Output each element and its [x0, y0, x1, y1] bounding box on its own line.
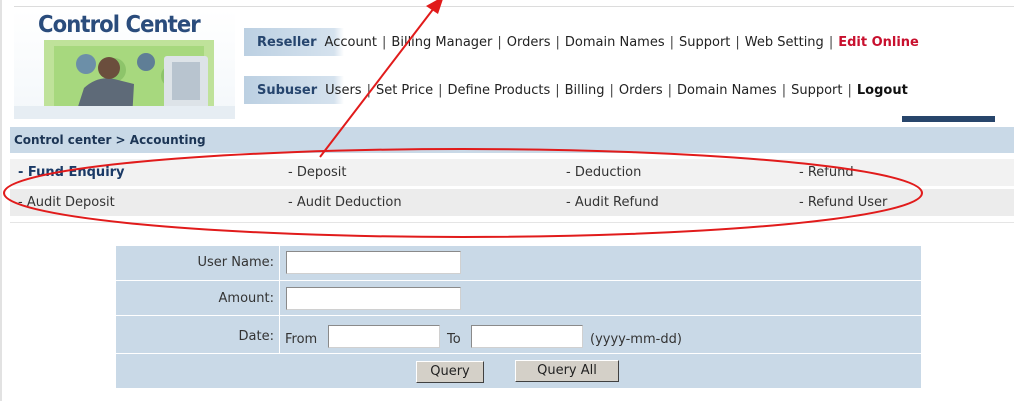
- date-from-input[interactable]: [328, 325, 440, 348]
- menu-audit-deduction[interactable]: - Audit Deduction: [288, 195, 402, 210]
- menu-audit-refund[interactable]: - Audit Refund: [566, 195, 659, 210]
- nav-separator: |: [735, 34, 740, 50]
- form-row-divider: [116, 280, 921, 281]
- username-input[interactable]: [286, 251, 461, 274]
- form-row-divider: [116, 353, 921, 354]
- nav-separator: |: [847, 82, 852, 98]
- nav-separator: |: [555, 34, 560, 50]
- date-from-label: From: [285, 332, 318, 347]
- nav-subuser-orders-link[interactable]: Orders: [619, 83, 663, 98]
- logo-title: Control Center: [38, 12, 201, 38]
- date-to-label: To: [447, 332, 461, 347]
- nav-separator: |: [828, 34, 834, 50]
- nav-separator: |: [497, 34, 502, 50]
- fund-enquiry-form: User Name: Amount: Date: From To (yyyy-m…: [116, 246, 921, 388]
- top-border: [14, 6, 1014, 7]
- nav-account-link[interactable]: Account: [325, 35, 378, 50]
- nav-edit-online-link[interactable]: Edit Online: [838, 35, 919, 50]
- control-center-logo[interactable]: Control Center: [14, 10, 235, 119]
- date-to-input[interactable]: [471, 325, 583, 348]
- query-all-button[interactable]: Query All: [515, 360, 619, 382]
- nav-separator: |: [366, 82, 371, 98]
- nav-separator: |: [781, 82, 787, 98]
- annotation-arrow-head: [426, 0, 443, 14]
- nav-users-link[interactable]: Users: [325, 83, 361, 98]
- menu-refund[interactable]: - Refund: [799, 165, 854, 180]
- nav-separator: |: [438, 82, 443, 98]
- menu-divider: [10, 221, 1014, 223]
- left-border: [0, 0, 2, 401]
- menu-deduction[interactable]: - Deduction: [566, 165, 641, 180]
- nav-support-link[interactable]: Support: [679, 35, 730, 50]
- reseller-nav: Reseller Account | Billing Manager | Ord…: [244, 28, 1014, 56]
- nav-separator: |: [555, 82, 560, 98]
- nav-domain-names-link[interactable]: Domain Names: [565, 35, 665, 50]
- nav-separator: |: [669, 34, 674, 50]
- nav-orders-link[interactable]: Orders: [507, 35, 551, 50]
- subuser-label: Subuser: [257, 82, 318, 98]
- menu-fund-enquiry[interactable]: - Fund Enquiry: [18, 165, 125, 180]
- nav-subuser-domain-names-link[interactable]: Domain Names: [677, 83, 777, 98]
- accounting-menu-row-2: - Audit Deposit - Audit Deduction - Audi…: [10, 189, 1014, 216]
- query-button[interactable]: Query: [416, 361, 484, 383]
- accounting-menu-row-1: - Fund Enquiry - Deposit - Deduction - R…: [10, 159, 1014, 186]
- nav-define-products-link[interactable]: Define Products: [448, 83, 551, 98]
- form-row-divider: [116, 315, 921, 316]
- menu-deposit[interactable]: - Deposit: [288, 165, 347, 180]
- nav-set-price-link[interactable]: Set Price: [376, 83, 433, 98]
- nav-billing-manager-link[interactable]: Billing Manager: [391, 35, 492, 50]
- nav-active-tab-marker: [902, 116, 995, 122]
- nav-separator: |: [667, 82, 672, 98]
- username-label: User Name:: [197, 255, 275, 270]
- subuser-nav: Subuser Users | Set Price | Define Produ…: [244, 76, 1014, 104]
- date-format-hint: (yyyy-mm-dd): [590, 332, 682, 347]
- amount-input[interactable]: [286, 287, 461, 310]
- nav-subuser-support-link[interactable]: Support: [791, 83, 842, 98]
- menu-audit-deposit[interactable]: - Audit Deposit: [18, 195, 115, 210]
- nav-logout-link[interactable]: Logout: [857, 83, 908, 98]
- nav-web-setting-link[interactable]: Web Setting: [745, 35, 824, 50]
- date-label: Date:: [238, 329, 274, 344]
- reseller-label: Reseller: [257, 34, 317, 50]
- nav-separator: |: [609, 82, 614, 98]
- nav-billing-link[interactable]: Billing: [565, 83, 605, 98]
- menu-refund-user[interactable]: - Refund User: [799, 195, 887, 210]
- breadcrumb: Control center > Accounting: [10, 127, 1014, 153]
- form-column-divider: [279, 246, 280, 354]
- amount-label: Amount:: [218, 291, 274, 306]
- nav-separator: |: [382, 34, 387, 50]
